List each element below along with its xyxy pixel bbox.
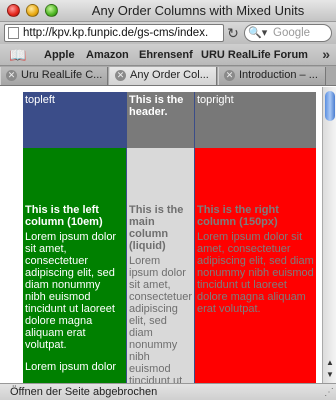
window-title: Any Order Columns with Mixed Units (91, 3, 305, 18)
right-column-body: This is the right column (150px) Lorem i… (195, 148, 316, 383)
scroll-down-arrow-icon[interactable]: ▼ (324, 369, 336, 381)
title-bar: Any Order Columns with Mixed Units (0, 0, 336, 22)
toolbar: http://kpv.kp.funpic.de/gs-cms/index. ↻ … (0, 22, 336, 44)
bookmark-ehrensenf[interactable]: Ehrensenf (139, 49, 193, 61)
tab-label: Uru RealLife C... (21, 69, 103, 81)
tab-bar: ✕ Uru RealLife C... ✕ Any Order Col... ✕… (0, 66, 336, 86)
bookmarks-bar: 📖 Apple Amazon Ehrensenf URU RealLife Fo… (0, 44, 336, 66)
tab-label: Any Order Col... (130, 69, 209, 81)
main-column-heading: This is the main column (liquid) (129, 204, 184, 252)
main-column: This is the header. This is the main col… (126, 92, 195, 383)
vertical-scrollbar[interactable]: ▲ ▼ (322, 87, 336, 383)
topleft-cell: topleft (23, 92, 126, 148)
address-text: http://kpv.kp.funpic.de/gs-cms/index. (23, 27, 209, 39)
bookmark-amazon[interactable]: Amazon (86, 49, 129, 61)
left-column-heading: This is the left column (10em) (25, 204, 103, 228)
address-field[interactable]: http://kpv.kp.funpic.de/gs-cms/index. (4, 24, 224, 42)
zoom-window-button[interactable] (45, 4, 58, 17)
bookmarks-book-icon[interactable]: 📖 (9, 47, 29, 63)
search-placeholder: Google (273, 27, 311, 39)
status-text: Öffnen der Seite abgebrochen (10, 386, 158, 398)
tab-any-order-columns[interactable]: ✕ Any Order Col... (109, 67, 217, 85)
close-tab-icon[interactable]: ✕ (6, 70, 17, 81)
resize-grip-icon[interactable]: ⋰ (322, 387, 334, 399)
main-column-paragraph: Lorem ipsum dolor sit amet, consectetuer… (129, 255, 192, 383)
right-column-paragraph: Lorem ipsum dolor sit amet, consectetuer… (197, 231, 314, 315)
page-viewport[interactable]: topleft This is the left column (10em) L… (0, 87, 322, 383)
main-column-body: This is the main column (liquid) Lorem i… (126, 148, 195, 383)
minimize-window-button[interactable] (26, 4, 39, 17)
right-column: topright This is the right column (150px… (195, 92, 316, 383)
left-column-paragraph-2: Lorem ipsum dolor (25, 361, 117, 373)
header-text: This is the header. (129, 94, 184, 118)
close-window-button[interactable] (7, 4, 20, 17)
three-column-layout: topleft This is the left column (10em) L… (23, 92, 316, 383)
bookmark-uru-forum[interactable]: URU RealLife Forum (201, 49, 308, 61)
tab-introduction[interactable]: ✕ Introduction – ... (218, 67, 326, 85)
search-icon: 🔍▾ (248, 27, 268, 39)
scrollbar-thumb[interactable] (325, 91, 335, 121)
close-tab-icon[interactable]: ✕ (115, 70, 126, 81)
bookmark-apple[interactable]: Apple (44, 49, 75, 61)
page-icon (8, 27, 19, 39)
topleft-text: topleft (25, 94, 55, 106)
browser-window: Any Order Columns with Mixed Units http:… (0, 0, 336, 400)
header-cell: This is the header. (126, 92, 195, 148)
status-bar: Öffnen der Seite abgebrochen ⋰ (0, 383, 336, 400)
search-field[interactable]: 🔍▾ Google (244, 24, 332, 42)
bookmarks-overflow-icon[interactable]: » (322, 46, 330, 62)
left-column-paragraph: Lorem ipsum dolor sit amet, consectetuer… (25, 231, 117, 351)
scroll-up-arrow-icon[interactable]: ▲ (324, 357, 336, 369)
close-tab-icon[interactable]: ✕ (224, 70, 235, 81)
right-column-heading: This is the right column (150px) (197, 204, 279, 228)
left-column-body: This is the left column (10em) Lorem ips… (23, 148, 126, 383)
topright-text: topright (197, 94, 234, 106)
tab-label: Introduction – ... (239, 69, 318, 81)
refresh-icon[interactable]: ↻ (226, 25, 240, 41)
topright-cell: topright (195, 92, 316, 148)
tab-uru-reallife[interactable]: ✕ Uru RealLife C... (0, 67, 108, 85)
left-column: topleft This is the left column (10em) L… (23, 92, 126, 383)
